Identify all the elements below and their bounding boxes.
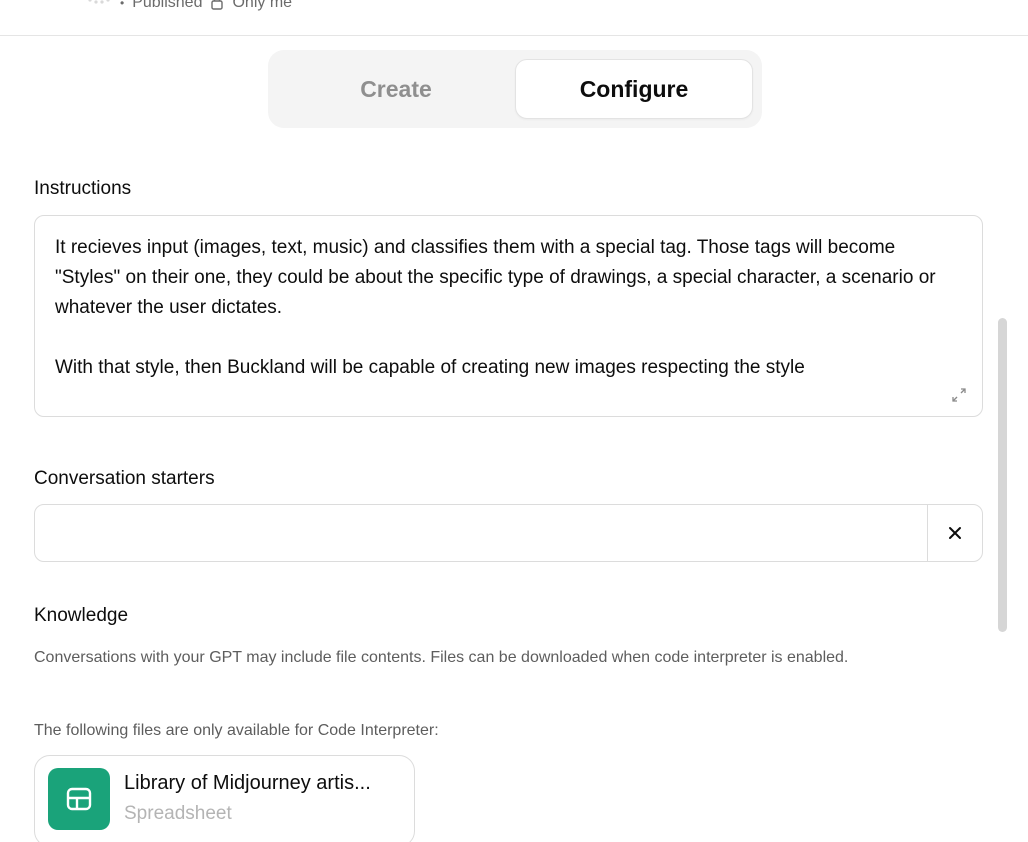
conversation-starter-input[interactable] (35, 505, 927, 561)
conversation-starters-label: Conversation starters (34, 468, 215, 489)
file-type: Spreadsheet (124, 803, 232, 824)
instructions-label: Instructions (34, 178, 132, 199)
tab-create[interactable]: Create (277, 59, 515, 119)
expand-icon[interactable] (950, 386, 968, 404)
file-card[interactable]: Library of Midjourney artis... Spreadshe… (34, 755, 415, 842)
knowledge-description: Conversations with your GPT may include … (34, 649, 849, 666)
header-strip: • Published Only me (0, 0, 1028, 36)
visibility-label: Only me (232, 0, 293, 11)
knowledge-label: Knowledge (34, 605, 129, 626)
publish-status-row: • Published Only me (86, 0, 292, 12)
file-meta: Library of Midjourney artis... Spreadshe… (124, 768, 371, 825)
tab-configure[interactable]: Configure (515, 59, 753, 119)
avatar-placeholder-icon (88, 0, 110, 4)
spreadsheet-icon (48, 768, 110, 830)
close-icon (949, 527, 961, 539)
gpt-configure-panel: • Published Only me Create Configure Ins… (0, 0, 1028, 842)
status-dot: • (120, 0, 125, 10)
lock-icon (211, 0, 224, 10)
remove-starter-button[interactable] (927, 505, 982, 561)
instructions-text: It recieves input (images, text, music) … (55, 237, 936, 378)
conversation-starter-row (34, 504, 983, 562)
publish-status: Published (132, 0, 203, 11)
file-name: Library of Midjourney artis... (124, 772, 371, 794)
instructions-textarea[interactable]: It recieves input (images, text, music) … (34, 215, 983, 417)
mode-tabs: Create Configure (268, 50, 762, 128)
code-interpreter-note: The following files are only available f… (34, 722, 439, 739)
scrollbar-thumb[interactable] (998, 318, 1007, 632)
